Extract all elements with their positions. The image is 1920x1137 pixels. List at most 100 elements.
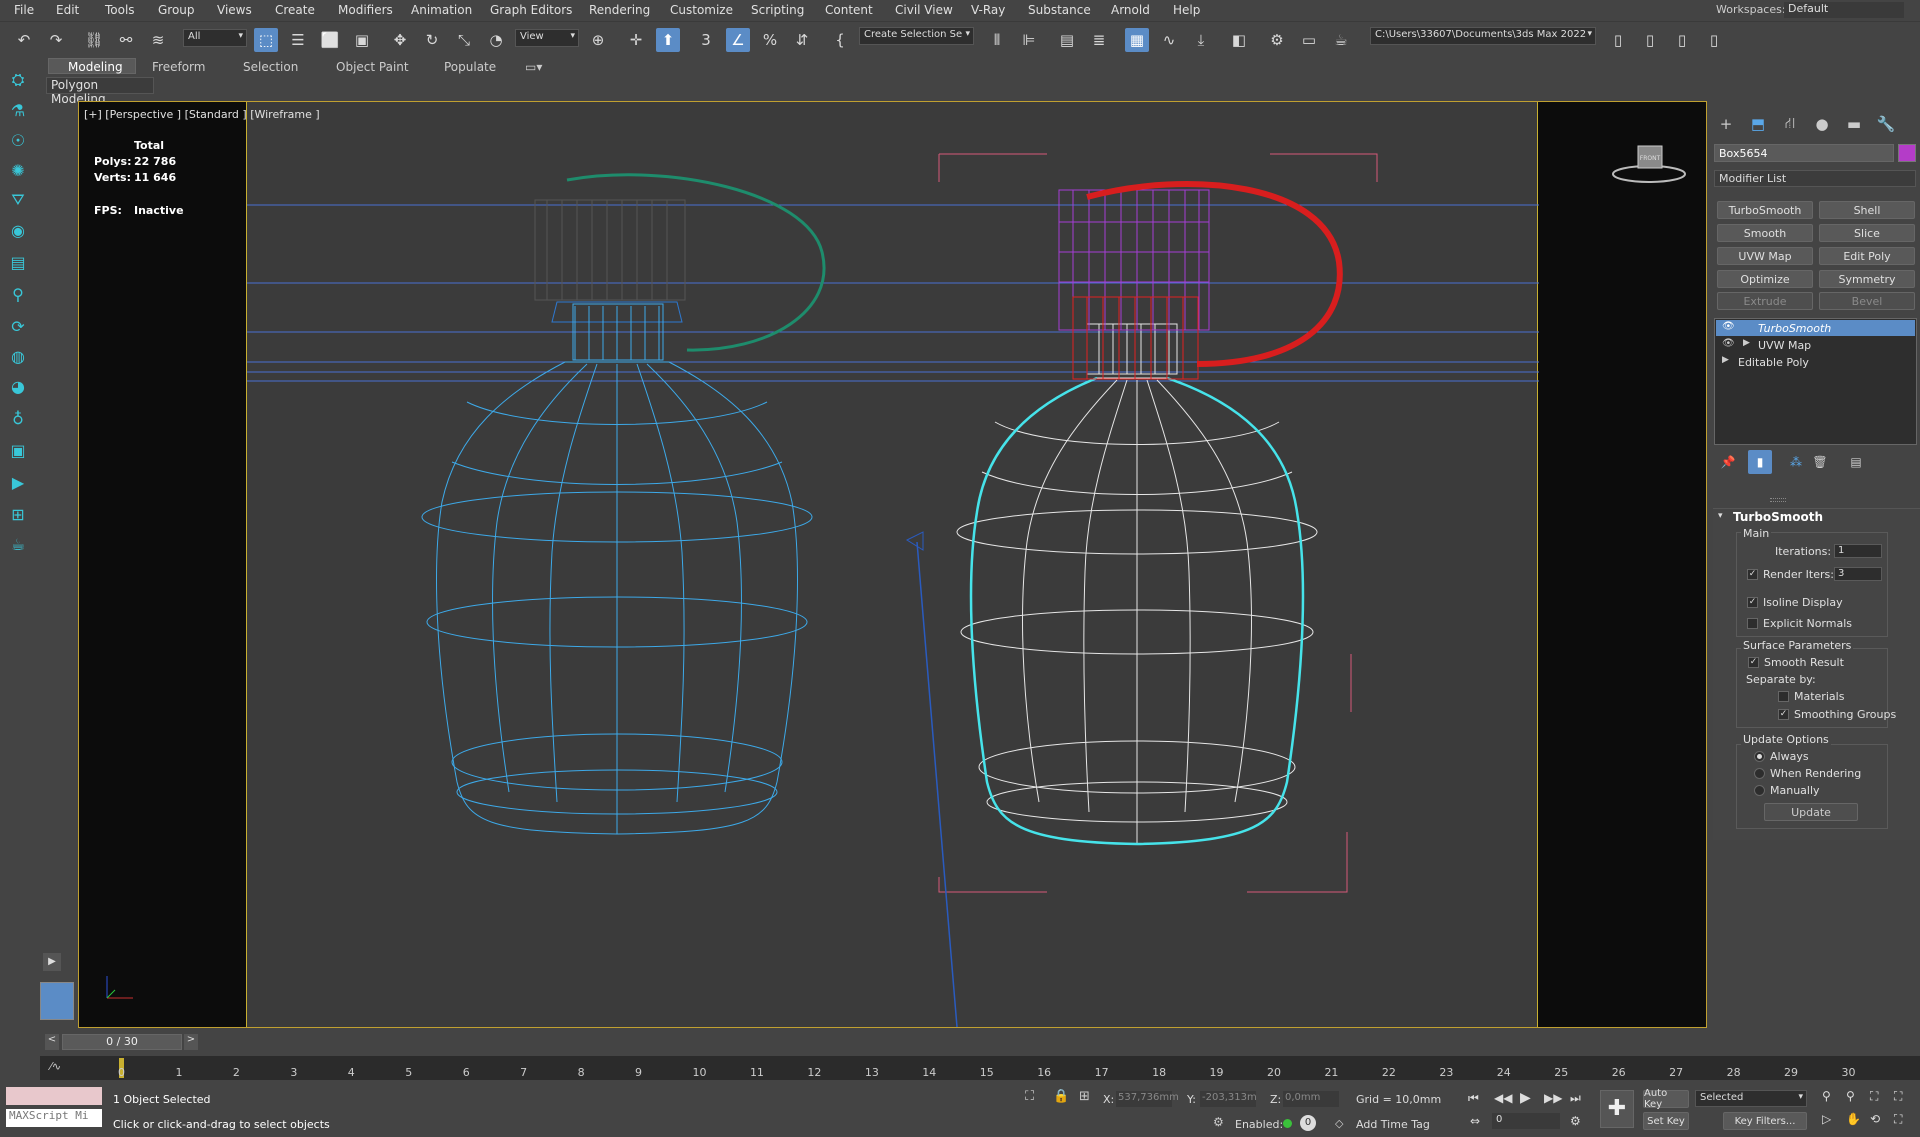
ribbon-tab-object-paint[interactable]: Object Paint [336, 60, 409, 74]
time-tag-icon[interactable]: 0 [1300, 1115, 1316, 1131]
key-mode-icon[interactable]: ⇔ [1470, 1114, 1480, 1128]
menu-views[interactable]: Views [217, 3, 252, 17]
scale-icon[interactable]: ⤡ [452, 28, 476, 52]
always-radio[interactable] [1754, 751, 1765, 762]
motion-tab-icon[interactable]: ● [1810, 112, 1834, 136]
extrude-button[interactable]: Extrude [1717, 292, 1813, 310]
mirror-icon[interactable]: ⫴ [985, 28, 1009, 52]
open-explorer-icon[interactable]: ▯ [1638, 28, 1662, 52]
materials-checkbox[interactable] [1778, 691, 1789, 702]
stack-eye-icon[interactable]: 👁 [1722, 338, 1735, 349]
pin-icon[interactable]: ⚲ [6, 282, 30, 306]
snap-icon[interactable]: ⊞ [6, 502, 30, 526]
key-set-dropdown[interactable]: Selected [1695, 1090, 1807, 1107]
add-time-tag[interactable]: Add Time Tag [1356, 1118, 1430, 1131]
explicit-normals-checkbox[interactable] [1747, 618, 1758, 629]
bulb-icon[interactable]: ♁ [6, 406, 30, 430]
bevel-button[interactable]: Bevel [1819, 292, 1915, 310]
zoom-extents-icon[interactable]: ⛶ [1870, 1089, 1878, 1104]
utilities-tab-icon[interactable]: 🔧 [1874, 112, 1898, 136]
sphere-icon[interactable]: ◍ [6, 344, 30, 368]
play-icon[interactable]: ▶ [1520, 1090, 1531, 1106]
tag-icon[interactable]: ◇ [1335, 1117, 1343, 1130]
workspaces-dropdown[interactable]: Default [1784, 2, 1904, 18]
redo-icon[interactable]: ↷ [44, 28, 68, 52]
paint-icon[interactable]: ⛛ [6, 188, 30, 212]
link-icon[interactable]: ⛓ [82, 28, 106, 52]
isolate-selection-icon[interactable]: ⛶ [1025, 1089, 1034, 1104]
go-to-start-icon[interactable]: ⏮ [1468, 1091, 1479, 1106]
schematic-view-icon[interactable]: ⤓ [1189, 28, 1213, 52]
x-coordinate-field[interactable]: 537,736mm [1116, 1091, 1179, 1107]
smoothing-groups-checkbox[interactable]: ✓ [1778, 709, 1789, 720]
fov-icon[interactable]: ▷ [1822, 1112, 1831, 1126]
palette-icon[interactable]: ◕ [6, 374, 30, 398]
menu-substance[interactable]: Substance [1028, 3, 1091, 17]
stack-expand-icon[interactable]: ▶ [1743, 338, 1750, 348]
pivot-center-icon[interactable]: ⊕ [586, 28, 610, 52]
menu-customize[interactable]: Customize [670, 3, 733, 17]
smooth-button[interactable]: Smooth [1717, 224, 1813, 242]
absolute-mode-icon[interactable]: ⊞ [1079, 1089, 1090, 1104]
media-icon[interactable]: ▶ [6, 470, 30, 494]
maximize-viewport-icon[interactable]: ⛶ [1894, 1112, 1902, 1127]
menu-civil-view[interactable]: Civil View [895, 3, 953, 17]
rollout-collapse-icon[interactable]: ▾ [1718, 511, 1723, 521]
curve-editor-mini-icon[interactable]: ⁄∿ [50, 1060, 61, 1073]
menu-scripting[interactable]: Scripting [751, 3, 804, 17]
layer-explorer-icon[interactable]: ≣ [1087, 28, 1111, 52]
viewport-safe-frame[interactable] [246, 102, 1539, 1028]
make-unique-icon[interactable]: ⁂ [1784, 450, 1808, 474]
optimize-button[interactable]: Optimize [1717, 270, 1813, 288]
viewcube[interactable]: FRONT [1610, 140, 1688, 188]
symmetry-button[interactable]: Symmetry [1819, 270, 1915, 288]
next-frame-icon[interactable]: ▶▶ [1544, 1091, 1562, 1105]
rectangular-selection-icon[interactable]: ⬜ [318, 28, 342, 52]
select-by-name-icon[interactable]: ☰ [286, 28, 310, 52]
isoline-display-checkbox[interactable]: ✓ [1747, 597, 1758, 608]
render-iters-spinner[interactable]: 3 [1834, 567, 1882, 581]
menu-group[interactable]: Group [158, 3, 195, 17]
time-config-icon[interactable]: ⚙ [1570, 1114, 1581, 1128]
container-icon[interactable]: ▯ [1670, 28, 1694, 52]
curve-editor-icon[interactable]: ∿ [1157, 28, 1181, 52]
select-manipulate-icon[interactable]: ✛ [624, 28, 648, 52]
stack-item-uvw-map[interactable]: UVW Map [1758, 339, 1811, 352]
select-object-icon[interactable]: ⬚ [254, 28, 278, 52]
time-next-icon[interactable]: > [184, 1034, 198, 1050]
menu-vray[interactable]: V-Ray [971, 3, 1005, 17]
menu-rendering[interactable]: Rendering [589, 3, 650, 17]
hierarchy-tab-icon[interactable]: ⛙ [1778, 112, 1802, 136]
display-tab-icon[interactable]: ▬ [1842, 112, 1866, 136]
key-filters-button[interactable]: Key Filters... [1723, 1112, 1807, 1130]
menu-edit[interactable]: Edit [56, 3, 79, 17]
object-name-field[interactable]: Box5654 [1714, 144, 1894, 162]
render-setup-icon[interactable]: ⚙ [1265, 28, 1289, 52]
stack-item-editable-poly[interactable]: Editable Poly [1738, 356, 1809, 369]
toggle-ribbon-icon[interactable]: ▦ [1125, 28, 1149, 52]
set-key-button[interactable]: Set Key [1643, 1112, 1689, 1130]
light-bulb-icon[interactable]: ✺ [6, 158, 30, 182]
menu-graph-editors[interactable]: Graph Editors [490, 3, 572, 17]
stack-item-turbosmooth[interactable]: TurboSmooth [1758, 322, 1831, 335]
keyboard-shortcut-override-icon[interactable]: ⬆ [656, 28, 680, 52]
slice-button[interactable]: Slice [1819, 224, 1915, 242]
move-icon[interactable]: ✥ [388, 28, 412, 52]
material-editor-icon[interactable]: ◧ [1227, 28, 1251, 52]
iterations-spinner[interactable]: 1 [1834, 544, 1882, 558]
shell-button[interactable]: Shell [1819, 201, 1915, 219]
create-camera-icon[interactable]: ⛭ [6, 68, 30, 92]
angle-snap-icon[interactable]: ∠ [726, 28, 750, 52]
menu-content[interactable]: Content [825, 3, 873, 17]
maxscript-listener-output[interactable] [6, 1087, 102, 1105]
turbosmooth-button[interactable]: TurboSmooth [1717, 201, 1813, 219]
scene-explorer-icon[interactable]: ▤ [1055, 28, 1079, 52]
percent-snap-icon[interactable]: % [758, 28, 782, 52]
rotate-icon[interactable]: ↻ [420, 28, 444, 52]
align-icon[interactable]: ⊫ [1017, 28, 1041, 52]
smooth-result-checkbox[interactable]: ✓ [1748, 657, 1759, 668]
zoom-icon[interactable]: ⚲ [1822, 1089, 1831, 1103]
current-frame-field[interactable]: 0 [1492, 1113, 1560, 1129]
ribbon-tab-freeform[interactable]: Freeform [152, 60, 205, 74]
update-button[interactable]: Update [1764, 803, 1858, 821]
